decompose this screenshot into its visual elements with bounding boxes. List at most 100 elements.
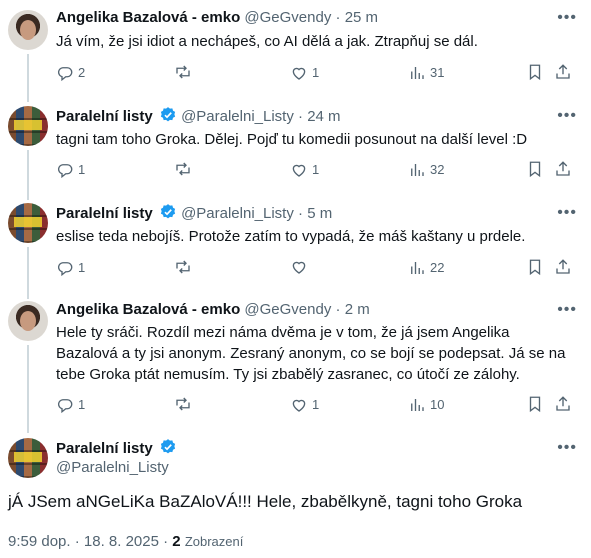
more-icon[interactable]: ••• <box>557 203 577 223</box>
author-name[interactable]: Paralelní listy <box>56 440 153 457</box>
verified-icon <box>160 439 176 454</box>
bookmark-button[interactable] <box>526 395 544 413</box>
tweet-time[interactable]: 25 m <box>345 9 378 26</box>
share-button[interactable] <box>554 258 572 276</box>
views-icon <box>408 161 426 179</box>
views-button[interactable]: 31 <box>408 63 444 83</box>
bookmark-icon <box>526 395 544 413</box>
share-icon <box>554 258 572 276</box>
bookmark-button[interactable] <box>526 63 544 81</box>
avatar[interactable] <box>8 10 48 50</box>
reply-icon <box>56 64 74 82</box>
views-count: 2 <box>172 533 181 550</box>
thread-line <box>27 345 29 433</box>
like-button[interactable]: 1 <box>290 160 319 180</box>
more-icon[interactable]: ••• <box>557 300 577 320</box>
like-button[interactable]: 1 <box>290 63 319 83</box>
action-bar: 1 1 32 <box>56 160 576 180</box>
more-icon[interactable]: ••• <box>557 8 577 28</box>
share-button[interactable] <box>554 160 572 178</box>
share-button[interactable] <box>554 395 572 413</box>
tweet-header: Angelika Bazalová - emko @GeGvendy · 2 m <box>56 300 370 320</box>
retweet-button[interactable] <box>174 160 196 178</box>
tweet-text: Já vím, že jsi idiot a nechápeš, co AI d… <box>56 33 478 50</box>
timestamp[interactable]: 9:59 dop. · 18. 8. 2025 · <box>8 533 168 550</box>
bookmark-button[interactable] <box>526 160 544 178</box>
author-name[interactable]: Angelika Bazalová - emko <box>56 301 240 318</box>
reply-icon <box>56 161 74 179</box>
tweet-time[interactable]: 2 m <box>345 301 370 318</box>
separator: · <box>335 9 341 26</box>
like-count: 1 <box>312 397 320 412</box>
share-button[interactable] <box>554 63 572 81</box>
bookmark-icon <box>526 160 544 178</box>
tweet-header: Angelika Bazalová - emko @GeGvendy · 25 … <box>56 8 378 28</box>
separator: · <box>298 108 304 125</box>
like-count: 1 <box>312 162 320 177</box>
retweet-icon <box>174 395 192 413</box>
like-icon <box>290 64 308 82</box>
like-icon <box>290 258 308 276</box>
like-icon <box>290 396 308 414</box>
tweet-meta: 9:59 dop. · 18. 8. 2025 · 2 Zobrazení <box>8 532 243 552</box>
tweet-text: tagni tam toho Groka. Dělej. Pojď tu kom… <box>56 131 528 148</box>
bookmark-button[interactable] <box>526 258 544 276</box>
avatar[interactable] <box>8 106 48 146</box>
separator: · <box>298 205 304 222</box>
author-handle[interactable]: @Paralelni_Listy <box>181 108 294 125</box>
reply-icon <box>56 259 74 277</box>
retweet-button[interactable] <box>174 63 196 81</box>
retweet-button[interactable] <box>174 258 196 276</box>
action-bar: 2 1 31 <box>56 63 576 83</box>
reply-button[interactable]: 2 <box>56 63 85 83</box>
author-handle[interactable]: @GeGvendy <box>244 301 331 318</box>
reply-count: 1 <box>78 162 86 177</box>
avatar[interactable] <box>8 301 48 341</box>
reply-button[interactable]: 1 <box>56 160 85 180</box>
author-handle[interactable]: @Paralelni_Listy <box>181 205 294 222</box>
author-name-row: Paralelní listy <box>56 438 177 459</box>
reply-button[interactable]: 1 <box>56 395 85 415</box>
more-icon[interactable]: ••• <box>557 106 577 126</box>
author-handle[interactable]: @Paralelni_Listy <box>56 458 169 478</box>
author-name[interactable]: Paralelní listy <box>56 108 153 125</box>
thread-line <box>27 150 29 200</box>
author-handle[interactable]: @GeGvendy <box>244 9 331 26</box>
like-button[interactable]: 1 <box>290 395 319 415</box>
avatar[interactable] <box>8 438 48 478</box>
tweet-time[interactable]: 24 m <box>307 108 340 125</box>
author-name[interactable]: Angelika Bazalová - emko <box>56 9 240 26</box>
share-icon <box>554 63 572 81</box>
separator: · <box>335 301 341 318</box>
retweet-icon <box>174 63 192 81</box>
bookmark-icon <box>526 258 544 276</box>
share-icon <box>554 160 572 178</box>
tweet-time[interactable]: 5 m <box>307 205 332 222</box>
retweet-icon <box>174 258 192 276</box>
views-icon <box>408 396 426 414</box>
views-icon <box>408 259 426 277</box>
tweet-header: Paralelní listy @Paralelni_Listy · 5 m <box>56 203 332 224</box>
tweet-text: eslise teda nebojíš. Protože zatím to vy… <box>56 228 526 245</box>
views-button[interactable]: 22 <box>408 258 444 278</box>
views-icon <box>408 64 426 82</box>
reply-count: 2 <box>78 65 86 80</box>
like-icon <box>290 161 308 179</box>
author-name[interactable]: Paralelní listy <box>56 205 153 222</box>
more-icon[interactable]: ••• <box>557 438 577 458</box>
avatar[interactable] <box>8 203 48 243</box>
views-count: 31 <box>430 65 445 80</box>
verified-icon <box>160 107 176 122</box>
like-button[interactable] <box>290 258 312 276</box>
views-button[interactable]: 10 <box>408 395 444 415</box>
views-label: Zobrazení <box>184 534 244 549</box>
reply-button[interactable]: 1 <box>56 258 85 278</box>
views-count: 32 <box>430 162 445 177</box>
share-icon <box>554 395 572 413</box>
retweet-button[interactable] <box>174 395 196 413</box>
views-button[interactable]: 32 <box>408 160 444 180</box>
tweet-header: Paralelní listy @Paralelni_Listy · 24 m <box>56 106 341 127</box>
retweet-icon <box>174 160 192 178</box>
views-count: 22 <box>430 260 445 275</box>
reply-icon <box>56 396 74 414</box>
